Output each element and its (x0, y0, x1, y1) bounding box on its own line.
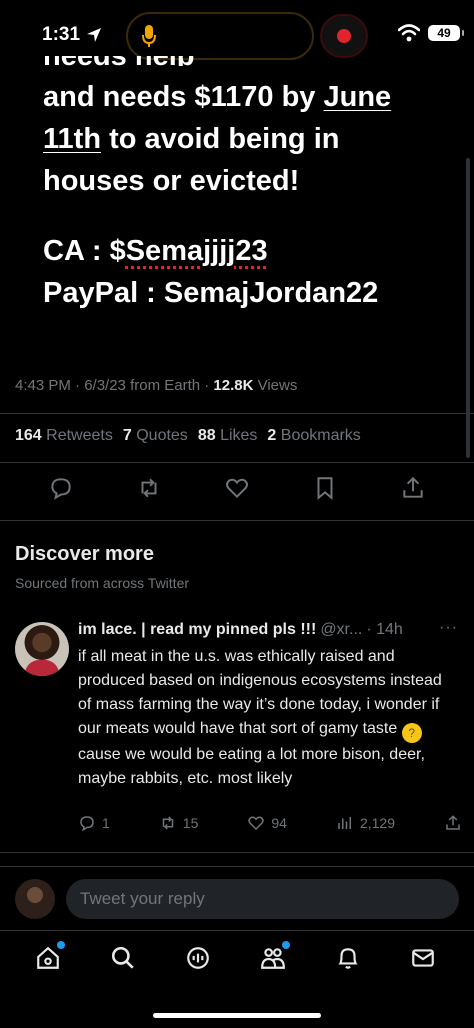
divider (0, 852, 474, 853)
my-avatar[interactable] (15, 879, 55, 919)
rec-tweet-actions: 1 15 94 2,129 (78, 814, 462, 832)
stat-likes[interactable]: 88 Likes (198, 427, 258, 445)
paypal-line: PayPal : SemajJordan22 (43, 277, 379, 309)
search-icon (111, 946, 134, 969)
reply-input[interactable]: Tweet your reply (66, 879, 459, 919)
dynamic-island (126, 12, 314, 60)
home-indicator[interactable] (153, 1013, 321, 1018)
date-link-june[interactable]: June (323, 81, 391, 113)
notification-dot (56, 941, 65, 949)
tweet-actions (0, 475, 474, 501)
location-arrow-icon (87, 28, 102, 42)
tab-spaces[interactable] (185, 945, 215, 975)
tweet-text: and needs $1170 by June 11th to avoid be… (43, 76, 463, 314)
spaces-icon (186, 947, 209, 969)
rec-tweet-body[interactable]: if all meat in the u.s. was ethically ra… (78, 645, 458, 791)
cashtag[interactable]: Semajjjj23 (126, 235, 268, 267)
stat-quotes[interactable]: 7 Quotes (123, 427, 188, 445)
messages-icon (411, 949, 434, 967)
avatar[interactable] (15, 622, 69, 676)
stat-bookmarks[interactable]: 2 Bookmarks (267, 427, 360, 445)
share-icon (446, 815, 460, 830)
tweet-line-2: 11th to avoid being in (43, 123, 340, 155)
tab-search[interactable] (110, 945, 140, 975)
tab-notifications[interactable] (335, 945, 365, 975)
like-icon[interactable] (224, 475, 250, 501)
notifications-icon (338, 948, 357, 969)
tweet-line-1: and needs $1170 by June (43, 81, 392, 113)
tweet-line-3: houses or evicted! (43, 165, 300, 197)
cashapp-line: CA : $Semajjjj23 (43, 235, 268, 267)
author-name[interactable]: im lace. | read my pinned pls !!! (78, 621, 316, 639)
tweet-stats: 164 Retweets 7 Quotes 88 Likes 2 Bookmar… (15, 427, 361, 445)
screen-recording-indicator (320, 14, 368, 58)
tab-messages[interactable] (410, 945, 440, 975)
microphone-icon (142, 25, 156, 47)
retweet-icon[interactable] (136, 475, 162, 501)
tweet-time: · 14h (366, 621, 403, 638)
status-right: 49 (398, 24, 464, 42)
reply-bar: Tweet your reply (0, 866, 474, 928)
reply-button[interactable]: 1 (78, 814, 110, 832)
stat-retweets[interactable]: 164 Retweets (15, 427, 113, 445)
divider (0, 413, 474, 414)
bookmark-icon[interactable] (312, 475, 338, 501)
more-options-icon[interactable]: ··· (439, 619, 458, 637)
rec-tweet-header: im lace. | read my pinned pls !!! @xr...… (78, 621, 468, 639)
tab-home[interactable] (35, 941, 65, 975)
discover-title: Discover more (15, 543, 154, 565)
wifi-icon (398, 24, 420, 42)
tab-communities[interactable] (260, 941, 290, 975)
views-count: 12.8K (213, 377, 254, 394)
retweet-button[interactable]: 15 (159, 814, 198, 832)
time-label: 1:31 (42, 24, 81, 45)
views-icon (338, 817, 351, 829)
divider (0, 462, 474, 463)
author-handle[interactable]: @xr... (320, 621, 362, 639)
home-icon (36, 946, 59, 969)
communities-icon (260, 948, 285, 969)
reply-icon (80, 816, 94, 832)
tweet-meta: 4:43 PM · 6/3/23 from Earth · 12.8K View… (15, 377, 298, 394)
notification-dot (281, 941, 290, 949)
battery-indicator: 49 (428, 25, 464, 41)
thinking-face-emoji-icon: ? (401, 723, 422, 743)
share-icon[interactable] (400, 475, 426, 501)
record-dot-icon (337, 29, 351, 43)
retweet-icon (162, 816, 174, 830)
share-button[interactable] (444, 814, 462, 832)
views-button[interactable]: 2,129 (336, 814, 395, 832)
like-icon (248, 816, 265, 831)
reply-icon[interactable] (48, 475, 74, 501)
like-button[interactable]: 94 (247, 814, 287, 832)
discover-subtitle: Sourced from across Twitter (15, 575, 190, 591)
divider (0, 520, 474, 521)
status-time: 1:31 (42, 24, 102, 46)
date-link-11th[interactable]: 11th (43, 123, 101, 155)
